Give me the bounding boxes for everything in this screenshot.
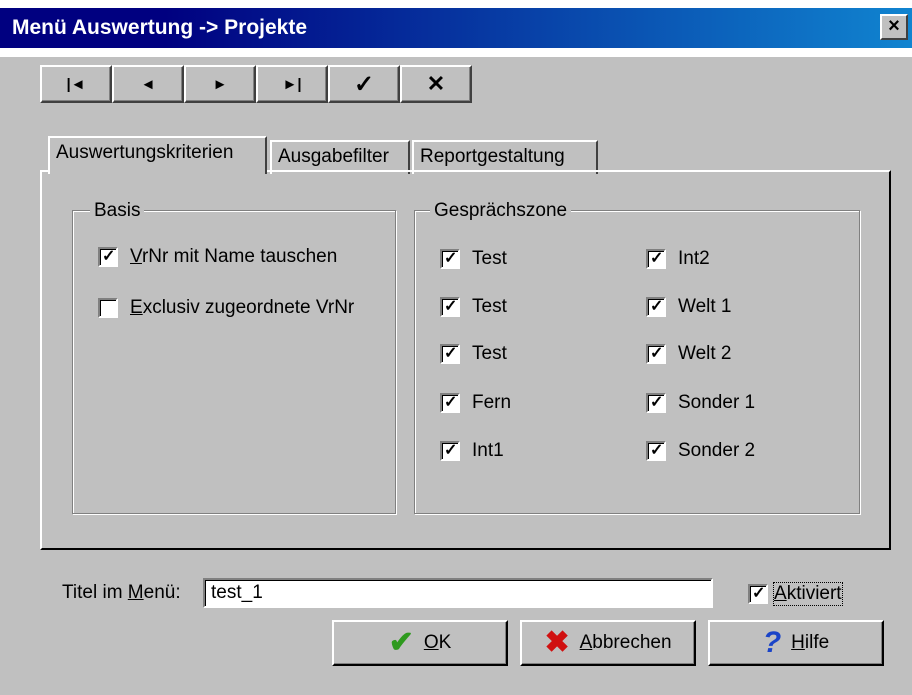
- zone-checkbox-left-4[interactable]: ✓ Fern: [440, 392, 511, 414]
- last-icon: ►|: [282, 75, 302, 93]
- basis-legend: Basis: [90, 200, 145, 222]
- checkbox-label: Int1: [472, 440, 504, 461]
- checkbox-box: ✓: [646, 297, 666, 317]
- check-icon: ✔: [388, 626, 414, 659]
- checkbox-label: Aktiviert: [773, 582, 843, 606]
- checkbox-box: ✓: [440, 441, 460, 461]
- window-title: Menü Auswertung -> Projekte: [12, 16, 308, 39]
- check-icon: ✓: [444, 250, 458, 267]
- checkbox-label: Exclusiv zugeordnete VrNr: [130, 297, 355, 318]
- zone-checkbox-right-3[interactable]: ✓ Welt 2: [646, 343, 732, 365]
- checkbox-box: ✓: [440, 393, 460, 413]
- check-icon: ✓: [650, 345, 664, 362]
- checkbox-label: Sonder 1: [678, 392, 756, 413]
- close-icon: ×: [888, 15, 900, 37]
- hilfe-button[interactable]: ? Hilfe: [708, 620, 884, 666]
- check-icon: ✓: [353, 70, 375, 98]
- check-icon: ✓: [650, 394, 664, 411]
- prior-record-button[interactable]: ◄: [112, 65, 184, 103]
- zone-checkbox-left-1[interactable]: ✓ Test: [440, 248, 507, 270]
- ok-label: OK: [423, 632, 452, 653]
- check-icon: ✓: [752, 585, 766, 602]
- question-icon: ?: [762, 626, 782, 659]
- tab-label: Reportgestaltung: [420, 146, 565, 167]
- cancel-edit-button[interactable]: ✕: [400, 65, 472, 103]
- first-record-button[interactable]: |◄: [40, 65, 112, 103]
- checkbox-box: ✓: [748, 584, 768, 604]
- zone-checkbox-left-5[interactable]: ✓ Int1: [440, 440, 504, 462]
- next-icon: ►: [212, 75, 228, 93]
- first-icon: |◄: [66, 75, 86, 93]
- menu-title-input[interactable]: test_1: [203, 578, 713, 608]
- check-icon: ✓: [444, 345, 458, 362]
- checkbox-box: ✓: [646, 249, 666, 269]
- title-label: Titel im Menü:: [62, 582, 181, 603]
- zone-checkbox-left-3[interactable]: ✓ Test: [440, 343, 507, 365]
- checkbox-label: Test: [472, 343, 507, 364]
- vrnr-name-checkbox[interactable]: ✓ VrNr mit Name tauschen: [98, 246, 337, 268]
- checkbox-box: ✓: [646, 393, 666, 413]
- tab-reportgestaltung[interactable]: Reportgestaltung: [412, 140, 598, 174]
- record-navigator: |◄ ◄ ► ►| ✓ ✕: [40, 65, 472, 103]
- tab-ausgabefilter[interactable]: Ausgabefilter: [270, 140, 410, 174]
- post-button[interactable]: ✓: [328, 65, 400, 103]
- prior-icon: ◄: [140, 75, 156, 93]
- checkbox-box: ✓: [440, 297, 460, 317]
- cross-icon: ✖: [544, 626, 570, 659]
- title-bar: Menü Auswertung -> Projekte ×: [0, 0, 912, 57]
- checkbox-box: ✓: [98, 247, 118, 267]
- check-icon: ✓: [650, 298, 664, 315]
- zone-checkbox-right-4[interactable]: ✓ Sonder 1: [646, 392, 755, 414]
- zone-checkbox-right-2[interactable]: ✓ Welt 1: [646, 296, 732, 318]
- exclusiv-vrnr-checkbox[interactable]: Exclusiv zugeordnete VrNr: [98, 297, 354, 319]
- checkbox-label: Welt 1: [678, 296, 732, 317]
- checkbox-label: Test: [472, 296, 507, 317]
- checkbox-label: VrNr mit Name tauschen: [130, 246, 338, 267]
- gespraechszone-legend: Gesprächszone: [430, 200, 572, 222]
- checkbox-label: Test: [472, 248, 507, 269]
- abbrechen-button[interactable]: ✖ Abbrechen: [520, 620, 696, 666]
- check-icon: ✓: [102, 248, 116, 265]
- next-record-button[interactable]: ►: [184, 65, 256, 103]
- check-icon: ✓: [650, 250, 664, 267]
- tab-label: Ausgabefilter: [278, 146, 389, 167]
- check-icon: ✓: [650, 442, 664, 459]
- aktiviert-checkbox[interactable]: ✓ Aktiviert: [748, 582, 843, 606]
- checkbox-box: ✓: [646, 441, 666, 461]
- checkbox-label: Int2: [678, 248, 710, 269]
- cross-icon: ✕: [426, 71, 446, 96]
- close-button[interactable]: ×: [880, 14, 908, 40]
- checkbox-label: Sonder 2: [678, 440, 756, 461]
- checkbox-box: ✓: [646, 344, 666, 364]
- zone-checkbox-right-5[interactable]: ✓ Sonder 2: [646, 440, 755, 462]
- check-icon: ✓: [444, 298, 458, 315]
- checkbox-label: Fern: [472, 392, 512, 413]
- tab-auswertungskriterien[interactable]: Auswertungskriterien: [48, 136, 267, 174]
- checkbox-box: ✓: [440, 344, 460, 364]
- checkbox-label: Welt 2: [678, 343, 732, 364]
- check-icon: ✓: [444, 442, 458, 459]
- last-record-button[interactable]: ►|: [256, 65, 328, 103]
- checkbox-box: [98, 298, 118, 318]
- abbrechen-label: Abbrechen: [579, 632, 672, 653]
- zone-checkbox-right-1[interactable]: ✓ Int2: [646, 248, 710, 270]
- check-icon: ✓: [444, 394, 458, 411]
- ok-button[interactable]: ✔ OK: [332, 620, 508, 666]
- checkbox-box: ✓: [440, 249, 460, 269]
- zone-checkbox-left-2[interactable]: ✓ Test: [440, 296, 507, 318]
- hilfe-label: Hilfe: [791, 632, 830, 653]
- tab-label: Auswertungskriterien: [56, 142, 234, 163]
